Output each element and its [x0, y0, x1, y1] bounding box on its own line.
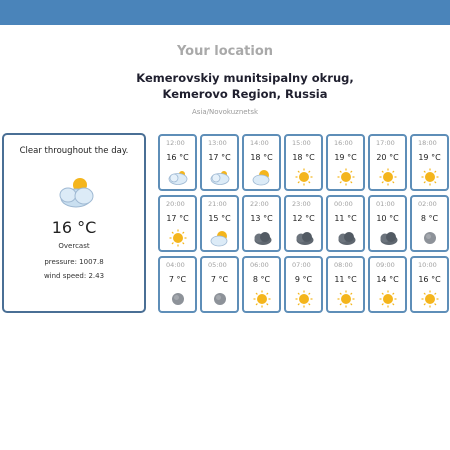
- hour-temperature: 16 °C: [418, 275, 441, 284]
- dark-clouds-icon: [254, 232, 272, 245]
- top-bar: [0, 0, 450, 25]
- hour-cell: 23:00 12 °C: [284, 195, 323, 252]
- hour-time: 21:00: [208, 200, 227, 208]
- hour-time: 17:00: [376, 139, 395, 147]
- hour-temperature: 7 °C: [168, 275, 187, 284]
- hour-time: 01:00: [376, 200, 395, 208]
- hour-temperature: 19 °C: [418, 153, 441, 162]
- hour-time: 20:00: [166, 200, 185, 208]
- dark-clouds-icon: [296, 232, 314, 245]
- hour-temperature: 18 °C: [250, 153, 273, 162]
- hour-cell: 06:00 8 °C: [242, 256, 281, 313]
- few-clouds-icon: [168, 171, 188, 185]
- hour-time: 18:00: [418, 139, 437, 147]
- hour-cell: 10:00 16 °C: [410, 256, 449, 313]
- current-temperature: 16 °C: [51, 218, 97, 237]
- hour-temperature: 18 °C: [292, 153, 315, 162]
- hour-temperature: 12 °C: [292, 214, 315, 223]
- sun-icon: [337, 290, 355, 308]
- hour-temperature: 11 °C: [334, 275, 357, 284]
- hour-cell: 01:00 10 °C: [368, 195, 407, 252]
- moon-icon: [172, 293, 184, 305]
- sun-icon: [379, 168, 397, 186]
- hour-cell: 08:00 11 °C: [326, 256, 365, 313]
- hour-cell: 21:00 15 °C: [200, 195, 239, 252]
- moon-icon: [214, 293, 226, 305]
- hour-temperature: 10 °C: [376, 214, 399, 223]
- hour-cell: 12:00 16 °C: [158, 134, 197, 191]
- hour-cell: 04:00 7 °C: [158, 256, 197, 313]
- few-clouds-icon: [59, 178, 94, 208]
- timezone-label: Asia/Novokuznetsk: [191, 108, 259, 116]
- sun-icon: [421, 290, 439, 308]
- few-clouds-icon: [210, 171, 230, 185]
- location-name: Kemerovskiy munitsipalny okrug, Kemerovo…: [136, 71, 354, 101]
- hour-cell: 22:00 13 °C: [242, 195, 281, 252]
- hour-temperature: 17 °C: [166, 214, 189, 223]
- hour-time: 06:00: [250, 261, 269, 269]
- dark-clouds-icon: [380, 232, 398, 245]
- hour-cell: 05:00 7 °C: [200, 256, 239, 313]
- page-title: Your location: [176, 44, 274, 59]
- current-condition: Overcast: [58, 242, 90, 250]
- hour-cell: 09:00 14 °C: [368, 256, 407, 313]
- sun-icon: [253, 290, 271, 308]
- hour-cell: 02:00 8 °C: [410, 195, 449, 252]
- hour-temperature: 9 °C: [294, 275, 313, 284]
- hour-temperature: 8 °C: [252, 275, 271, 284]
- hour-time: 00:00: [334, 200, 353, 208]
- hour-temperature: 13 °C: [250, 214, 273, 223]
- hour-time: 05:00: [208, 261, 227, 269]
- pressure-label: pressure: 1007.8: [44, 258, 104, 266]
- sun-icon: [169, 229, 187, 247]
- hour-time: 13:00: [208, 139, 227, 147]
- hour-temperature: 17 °C: [208, 153, 231, 162]
- sun-icon: [295, 290, 313, 308]
- day-summary: Clear throughout the day.: [19, 146, 129, 156]
- hour-time: 09:00: [376, 261, 395, 269]
- partly-sunny-icon: [210, 231, 228, 247]
- hour-temperature: 19 °C: [334, 153, 357, 162]
- hour-time: 07:00: [292, 261, 311, 269]
- wind-speed-label: wind speed: 2.43: [43, 272, 105, 280]
- sun-icon: [421, 168, 439, 186]
- dark-clouds-icon: [338, 232, 356, 245]
- hour-time: 02:00: [418, 200, 437, 208]
- hour-temperature: 20 °C: [376, 153, 399, 162]
- hour-cell: 14:00 18 °C: [242, 134, 281, 191]
- hour-time: 10:00: [418, 261, 437, 269]
- hour-temperature: 11 °C: [334, 214, 357, 223]
- hour-time: 04:00: [166, 261, 185, 269]
- hour-temperature: 16 °C: [166, 153, 189, 162]
- hourly-forecast-grid: 12:00 16 °C 13:00 17 °C 14:00 18 °C 15:00 18 °C…: [158, 134, 449, 314]
- sun-icon: [379, 290, 397, 308]
- partly-sunny-icon: [252, 170, 270, 186]
- hour-cell: 07:00 9 °C: [284, 256, 323, 313]
- sun-icon: [337, 168, 355, 186]
- hour-temperature: 15 °C: [208, 214, 231, 223]
- hour-cell: 17:00 20 °C: [368, 134, 407, 191]
- hour-temperature: 7 °C: [210, 275, 229, 284]
- hour-cell: 15:00 18 °C: [284, 134, 323, 191]
- hour-time: 08:00: [334, 261, 353, 269]
- hour-cell: 16:00 19 °C: [326, 134, 365, 191]
- current-weather-card: Clear throughout the day. 16 °C Overcast…: [2, 133, 146, 313]
- hour-cell: 20:00 17 °C: [158, 195, 197, 252]
- sun-icon: [295, 168, 313, 186]
- hour-time: 12:00: [166, 139, 185, 147]
- hour-cell: 13:00 17 °C: [200, 134, 239, 191]
- hour-time: 22:00: [250, 200, 269, 208]
- hour-time: 16:00: [334, 139, 353, 147]
- hour-time: 14:00: [250, 139, 269, 147]
- hour-cell: 18:00 19 °C: [410, 134, 449, 191]
- hour-time: 23:00: [292, 200, 311, 208]
- moon-icon: [424, 232, 436, 244]
- hour-cell: 00:00 11 °C: [326, 195, 365, 252]
- hour-temperature: 14 °C: [376, 275, 399, 284]
- hour-temperature: 8 °C: [420, 214, 439, 223]
- hour-time: 15:00: [292, 139, 311, 147]
